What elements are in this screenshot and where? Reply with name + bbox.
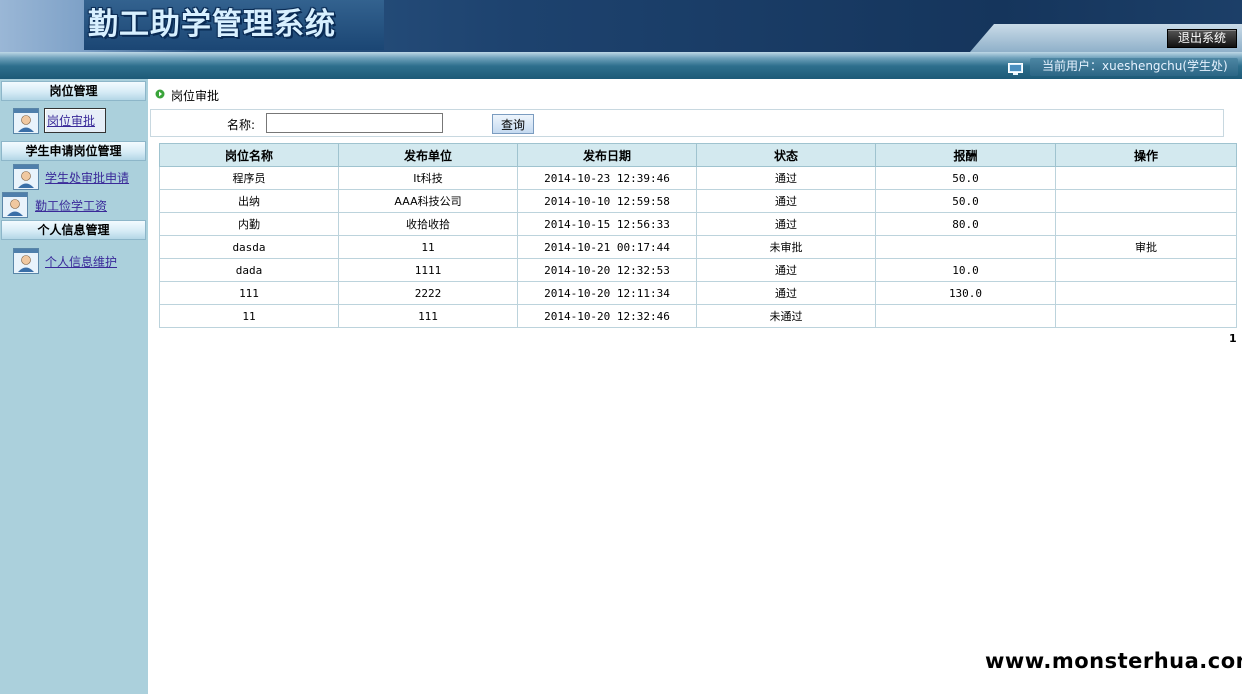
cell-publisher: 收拾收拾 [338, 212, 518, 236]
column-header-action: 操作 [1055, 143, 1237, 167]
pagination-current-page[interactable]: 1 [1229, 332, 1237, 345]
cell-action [1055, 166, 1237, 190]
cell-status: 通过 [696, 258, 876, 282]
cell-action [1055, 304, 1237, 328]
cell-post-name: 111 [159, 281, 339, 305]
cell-post-name: 11 [159, 304, 339, 328]
cell-publisher: 1111 [338, 258, 518, 282]
table-row: 出纳 AAA科技公司 2014-10-10 12:59:58 通过 50.0 [159, 189, 1237, 213]
cell-post-name: dasda [159, 235, 339, 259]
cell-post-name: 出纳 [159, 189, 339, 213]
query-button[interactable]: 查询 [492, 114, 534, 134]
cell-status: 通过 [696, 189, 876, 213]
user-card-icon [13, 108, 39, 134]
current-user-label: 当前用户：xueshengchu(学生处) [1030, 58, 1238, 76]
main-content: 岗位审批 名称: 查询 岗位名称 发布单位 发布日期 状态 报酬 操作 程序员 … [148, 79, 1242, 694]
column-header-publish-date: 发布日期 [517, 143, 697, 167]
sidebar-item-label[interactable]: 岗位审批 [44, 108, 107, 133]
user-card-icon [13, 164, 39, 190]
cell-status: 未审批 [696, 235, 876, 259]
app-title: 勤工助学管理系统 [88, 7, 336, 42]
cell-pay [875, 235, 1056, 259]
column-header-publisher: 发布单位 [338, 143, 518, 167]
sidebar-item-label[interactable]: 学生处审批申请 [45, 169, 129, 186]
sidebar-section-post-management[interactable]: 岗位管理 [1, 81, 146, 101]
user-card-icon [13, 248, 39, 274]
cell-publish-date: 2014-10-10 12:59:58 [517, 189, 697, 213]
green-arrow-icon [155, 89, 165, 99]
cell-action [1055, 258, 1237, 282]
cell-pay: 80.0 [875, 212, 1056, 236]
column-header-post-name: 岗位名称 [159, 143, 339, 167]
cell-action [1055, 189, 1237, 213]
cell-post-name: 内勤 [159, 212, 339, 236]
cell-publisher: 111 [338, 304, 518, 328]
cell-publish-date: 2014-10-20 12:32:46 [517, 304, 697, 328]
table-row: 程序员 It科技 2014-10-23 12:39:46 通过 50.0 [159, 166, 1237, 190]
cell-pay: 10.0 [875, 258, 1056, 282]
monitor-icon [1008, 63, 1023, 75]
search-panel: 名称: 查询 [150, 109, 1224, 137]
user-card-icon [2, 192, 28, 218]
sidebar-item-label[interactable]: 勤工俭学工资 [35, 197, 107, 214]
cell-publish-date: 2014-10-20 12:32:53 [517, 258, 697, 282]
name-search-input[interactable] [266, 113, 443, 133]
cell-publish-date: 2014-10-15 12:56:33 [517, 212, 697, 236]
logout-button[interactable]: 退出系统 [1167, 29, 1237, 48]
cell-status: 通过 [696, 166, 876, 190]
table-row: dada 1111 2014-10-20 12:32:53 通过 10.0 [159, 258, 1237, 282]
table-header-row: 岗位名称 发布单位 发布日期 状态 报酬 操作 [159, 143, 1237, 167]
column-header-status: 状态 [696, 143, 876, 167]
cell-pay: 50.0 [875, 166, 1056, 190]
post-table: 岗位名称 发布单位 发布日期 状态 报酬 操作 程序员 It科技 2014-10… [159, 143, 1237, 328]
sidebar-item-label[interactable]: 个人信息维护 [45, 253, 117, 270]
cell-post-name: 程序员 [159, 166, 339, 190]
user-bar: 当前用户：xueshengchu(学生处) [0, 52, 1242, 79]
breadcrumb-text: 岗位审批 [171, 89, 220, 103]
watermark: www.monsterhua.com [985, 649, 1242, 673]
cell-pay [875, 304, 1056, 328]
cell-publish-date: 2014-10-23 12:39:46 [517, 166, 697, 190]
cell-pay: 50.0 [875, 189, 1056, 213]
sidebar-section-student-application[interactable]: 学生申请岗位管理 [1, 141, 146, 161]
cell-post-name: dada [159, 258, 339, 282]
cell-publisher: AAA科技公司 [338, 189, 518, 213]
sidebar: 岗位管理 岗位审批 学生申请岗位管理 学生处审批申请 勤工俭学工资 个人信息管理 [0, 79, 148, 694]
cell-publish-date: 2014-10-20 12:11:34 [517, 281, 697, 305]
cell-publisher: It科技 [338, 166, 518, 190]
cell-status: 通过 [696, 281, 876, 305]
cell-publisher: 2222 [338, 281, 518, 305]
column-header-pay: 报酬 [875, 143, 1056, 167]
cell-status: 通过 [696, 212, 876, 236]
table-row: 11 111 2014-10-20 12:32:46 未通过 [159, 304, 1237, 328]
cell-pay: 130.0 [875, 281, 1056, 305]
table-row: 内勤 收拾收拾 2014-10-15 12:56:33 通过 80.0 [159, 212, 1237, 236]
cell-status: 未通过 [696, 304, 876, 328]
search-label: 名称: [227, 118, 256, 132]
sidebar-section-personal-info[interactable]: 个人信息管理 [1, 220, 146, 240]
cell-publish-date: 2014-10-21 00:17:44 [517, 235, 697, 259]
cell-publisher: 11 [338, 235, 518, 259]
app-header: 勤工助学管理系统 退出系统 [0, 0, 1242, 52]
cell-action [1055, 212, 1237, 236]
table-row: dasda 11 2014-10-21 00:17:44 未审批 审批 [159, 235, 1237, 259]
table-row: 111 2222 2014-10-20 12:11:34 通过 130.0 [159, 281, 1237, 305]
cell-action [1055, 281, 1237, 305]
approve-link[interactable]: 审批 [1055, 235, 1237, 259]
